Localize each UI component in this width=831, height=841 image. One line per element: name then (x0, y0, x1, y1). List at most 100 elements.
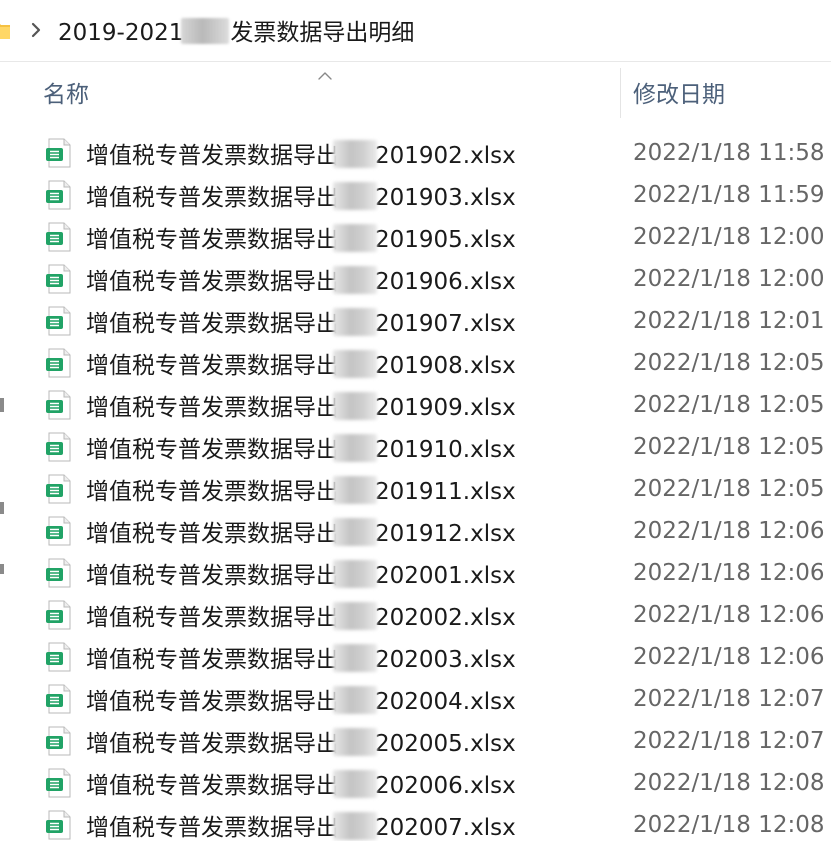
redacted-blur (333, 266, 377, 294)
modified-date: 2022/1/18 12:05 (633, 350, 825, 376)
chevron-right-icon[interactable] (30, 21, 42, 39)
file-name-prefix: 增值税专普发票数据导出 (86, 773, 339, 799)
list-item[interactable]: 增值税专普发票数据导出 201912.xlsx 2022/1/18 12:06 (30, 510, 831, 552)
list-item[interactable]: 增值税专普发票数据导出 201910.xlsx 2022/1/18 12:05 (30, 426, 831, 468)
redacted-blur (333, 812, 377, 840)
list-item[interactable]: 增值税专普发票数据导出 202001.xlsx 2022/1/18 12:06 (30, 552, 831, 594)
file-name-suffix: 201903.xlsx (375, 185, 516, 211)
excel-file-icon (45, 684, 73, 714)
file-name: 增值税专普发票数据导出 201908.xlsx (86, 345, 516, 384)
list-item[interactable]: 增值税专普发票数据导出 201902.xlsx 2022/1/18 11:58 (30, 132, 831, 174)
navigation-pane-edge[interactable] (0, 62, 10, 841)
file-name-prefix: 增值税专普发票数据导出 (86, 311, 339, 337)
file-name-suffix: 202001.xlsx (375, 563, 516, 589)
redacted-blur (333, 560, 377, 588)
redacted-blur (333, 140, 377, 168)
file-name-suffix: 202006.xlsx (375, 773, 516, 799)
redacted-blur (333, 686, 377, 714)
excel-file-icon (45, 432, 73, 462)
list-item[interactable]: 增值税专普发票数据导出 201906.xlsx 2022/1/18 12:00 (30, 258, 831, 300)
list-item[interactable]: 增值税专普发票数据导出 202002.xlsx 2022/1/18 12:06 (30, 594, 831, 636)
file-name-prefix: 增值税专普发票数据导出 (86, 605, 339, 631)
file-name: 增值税专普发票数据导出 201911.xlsx (86, 471, 516, 510)
file-name-prefix: 增值税专普发票数据导出 (86, 731, 339, 757)
excel-file-icon (45, 642, 73, 672)
modified-date: 2022/1/18 12:05 (633, 434, 825, 460)
redacted-blur (333, 770, 377, 798)
excel-file-icon (45, 138, 73, 168)
file-name: 增值税专普发票数据导出 202002.xlsx (86, 597, 516, 636)
list-item[interactable]: 增值税专普发票数据导出 201908.xlsx 2022/1/18 12:05 (30, 342, 831, 384)
file-name-prefix: 增值税专普发票数据导出 (86, 479, 339, 505)
file-name: 增值税专普发票数据导出 201912.xlsx (86, 513, 516, 552)
breadcrumb[interactable]: 2019-2021 发票数据导出明细 (58, 14, 414, 49)
list-item[interactable]: 增值税专普发票数据导出 202003.xlsx 2022/1/18 12:06 (30, 636, 831, 678)
excel-file-icon (45, 768, 73, 798)
file-name-suffix: 202002.xlsx (375, 605, 516, 631)
column-header-modified[interactable]: 修改日期 (633, 79, 725, 111)
list-item[interactable]: 增值税专普发票数据导出 201903.xlsx 2022/1/18 11:59 (30, 174, 831, 216)
redacted-blur (181, 18, 230, 44)
list-item[interactable]: 增值税专普发票数据导出 202006.xlsx 2022/1/18 12:08 (30, 762, 831, 804)
file-name-prefix: 增值税专普发票数据导出 (86, 647, 339, 673)
modified-date: 2022/1/18 11:59 (633, 182, 825, 208)
breadcrumb-suffix: 发票数据导出明细 (230, 20, 415, 46)
excel-file-icon (45, 600, 73, 630)
file-explorer-window: 2019-2021 发票数据导出明细 名称 修改日期 增值税专普发票数据导出 201… (0, 0, 831, 841)
file-name-suffix: 201911.xlsx (375, 479, 516, 505)
list-item[interactable]: 增值税专普发票数据导出 202005.xlsx 2022/1/18 12:07 (30, 720, 831, 762)
redacted-blur (333, 434, 377, 462)
folder-icon (0, 20, 10, 40)
file-name-suffix: 201905.xlsx (375, 227, 516, 253)
modified-date: 2022/1/18 12:08 (633, 770, 825, 796)
list-item[interactable]: 增值税专普发票数据导出 201905.xlsx 2022/1/18 12:00 (30, 216, 831, 258)
file-name-suffix: 201912.xlsx (375, 521, 516, 547)
redacted-blur (333, 602, 377, 630)
file-name-suffix: 202005.xlsx (375, 731, 516, 757)
file-name-suffix: 201910.xlsx (375, 437, 516, 463)
file-name: 增值税专普发票数据导出 201903.xlsx (86, 177, 516, 216)
redacted-blur (333, 644, 377, 672)
file-name-prefix: 增值税专普发票数据导出 (86, 353, 339, 379)
breadcrumb-prefix: 2019-2021 (58, 20, 184, 46)
redacted-blur (333, 728, 377, 756)
list-item[interactable]: 增值税专普发票数据导出 201911.xlsx 2022/1/18 12:05 (30, 468, 831, 510)
modified-date: 2022/1/18 12:08 (633, 812, 825, 838)
file-name-prefix: 增值税专普发票数据导出 (86, 689, 339, 715)
excel-file-icon (45, 390, 73, 420)
excel-file-icon (45, 558, 73, 588)
excel-file-icon (45, 306, 73, 336)
file-name: 增值税专普发票数据导出 202003.xlsx (86, 639, 516, 678)
column-divider[interactable] (620, 68, 621, 118)
file-name-suffix: 201909.xlsx (375, 395, 516, 421)
file-name-suffix: 202007.xlsx (375, 815, 516, 841)
file-name: 增值税专普发票数据导出 201902.xlsx (86, 135, 516, 174)
excel-file-icon (45, 516, 73, 546)
nav-pane-fragment (0, 502, 4, 514)
list-item[interactable]: 增值税专普发票数据导出 201907.xlsx 2022/1/18 12:01 (30, 300, 831, 342)
file-name: 增值税专普发票数据导出 202001.xlsx (86, 555, 516, 594)
redacted-blur (333, 392, 377, 420)
file-name: 增值税专普发票数据导出 201906.xlsx (86, 261, 516, 300)
address-bar[interactable]: 2019-2021 发票数据导出明细 (0, 0, 831, 62)
modified-date: 2022/1/18 12:06 (633, 560, 825, 586)
redacted-blur (333, 350, 377, 378)
list-item[interactable]: 增值税专普发票数据导出 202004.xlsx 2022/1/18 12:07 (30, 678, 831, 720)
list-item[interactable]: 增值税专普发票数据导出 201909.xlsx 2022/1/18 12:05 (30, 384, 831, 426)
excel-file-icon (45, 474, 73, 504)
file-list: 增值税专普发票数据导出 201902.xlsx 2022/1/18 11:58 增值税… (30, 132, 831, 841)
excel-file-icon (45, 810, 73, 840)
file-name: 增值税专普发票数据导出 202007.xlsx (86, 807, 516, 841)
excel-file-icon (45, 726, 73, 756)
modified-date: 2022/1/18 11:58 (633, 140, 825, 166)
column-header-row: 名称 修改日期 (30, 62, 831, 130)
file-name: 增值税专普发票数据导出 202006.xlsx (86, 765, 516, 804)
file-name: 增值税专普发票数据导出 202005.xlsx (86, 723, 516, 762)
modified-date: 2022/1/18 12:01 (633, 308, 825, 334)
column-header-name[interactable]: 名称 (43, 79, 89, 111)
modified-date: 2022/1/18 12:00 (633, 266, 825, 292)
file-name-prefix: 增值税专普发票数据导出 (86, 437, 339, 463)
excel-file-icon (45, 180, 73, 210)
list-item[interactable]: 增值税专普发票数据导出 202007.xlsx 2022/1/18 12:08 (30, 804, 831, 841)
nav-pane-fragment (0, 398, 4, 412)
